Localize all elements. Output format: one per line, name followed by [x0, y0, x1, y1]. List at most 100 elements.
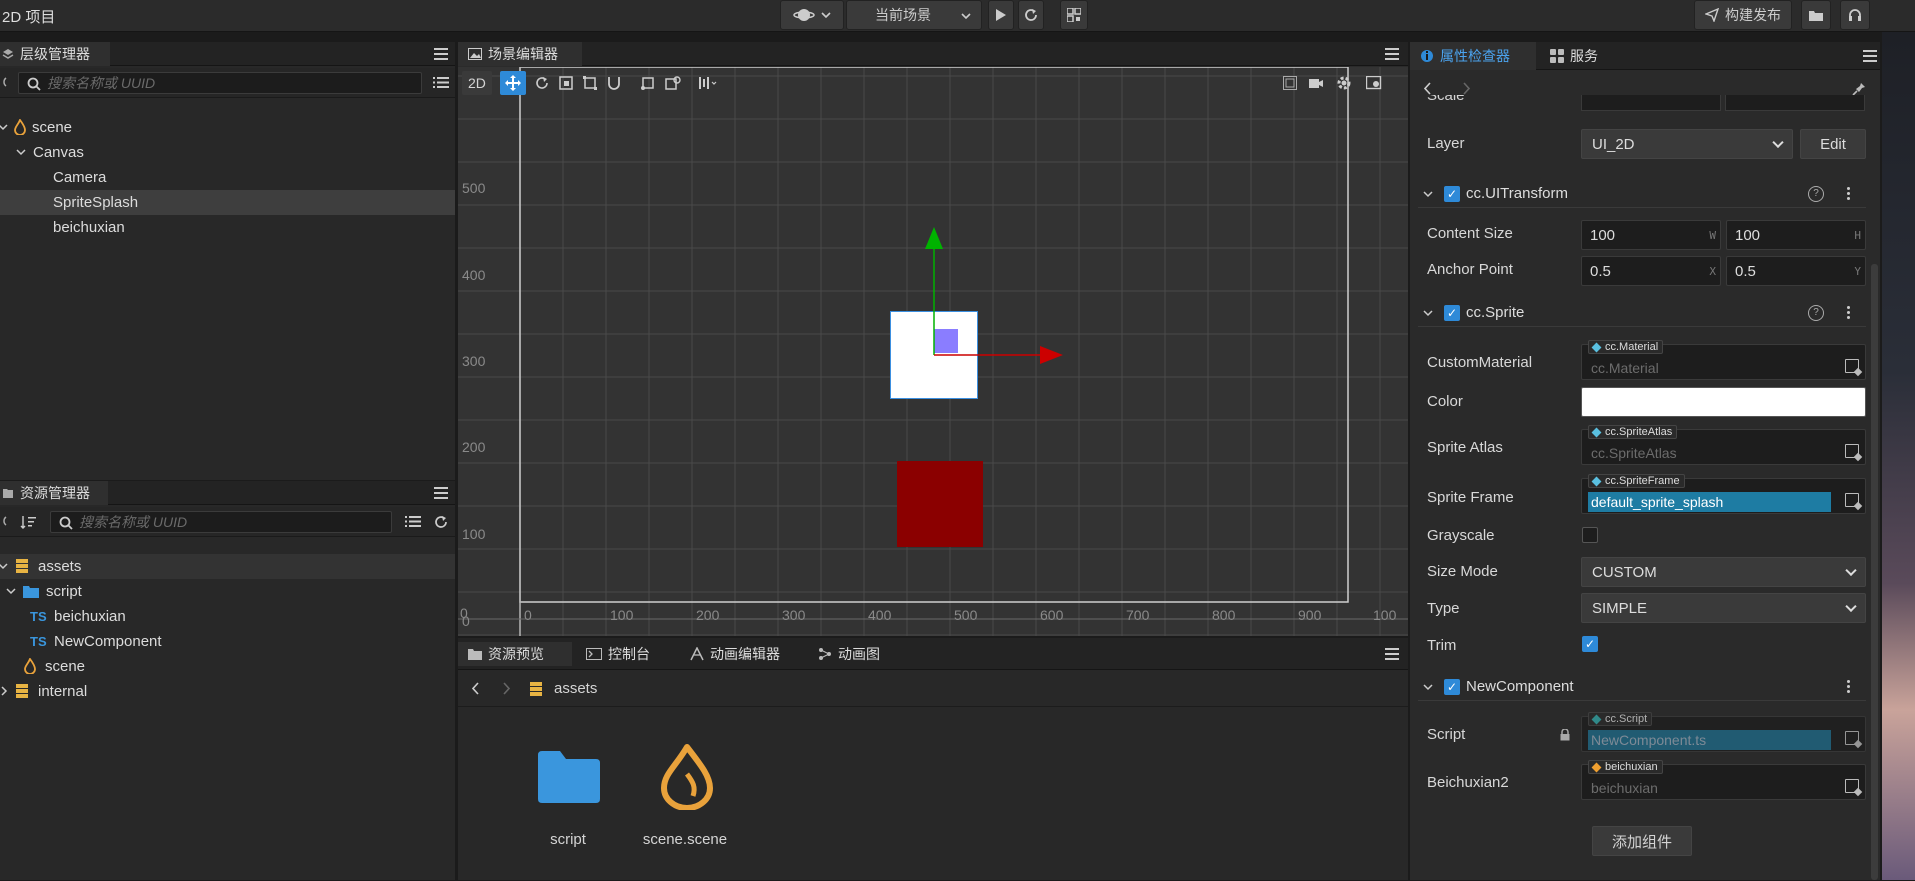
sprite-atlas-field[interactable]: cc.SpriteAtlas cc.SpriteAtlas — [1581, 425, 1866, 465]
chevron-down-icon[interactable] — [0, 562, 8, 570]
type-select[interactable]: SIMPLE — [1581, 593, 1866, 623]
tab-hierarchy[interactable]: 层级管理器 — [0, 42, 110, 66]
chevron-down-icon[interactable] — [1423, 683, 1433, 691]
tree-item-internal[interactable]: internal — [0, 679, 455, 704]
tree-item-scene-asset[interactable]: scene — [0, 654, 455, 679]
assets-search-input[interactable]: 搜索名称或 UUID — [50, 511, 392, 533]
refresh-icon[interactable] — [0, 76, 8, 88]
open-folder-button[interactable] — [1801, 0, 1831, 30]
tab-inspector[interactable]: 属性检查器 — [1410, 42, 1536, 70]
newcomponent-header[interactable]: ✓ NewComponent — [1418, 673, 1866, 701]
rotate-icon[interactable] — [535, 76, 549, 90]
scene-editor-menu-icon[interactable] — [1385, 48, 1399, 60]
inspector-menu-icon[interactable] — [1863, 50, 1877, 62]
tab-animation-graph[interactable]: 动画图 — [808, 642, 890, 666]
tab-services[interactable]: 服务 — [1540, 42, 1608, 70]
asset-picker-icon[interactable] — [1845, 779, 1859, 793]
sprite-enabled-checkbox[interactable]: ✓ — [1444, 304, 1460, 321]
pin-icon[interactable] — [1852, 82, 1866, 96]
anchor-y-field[interactable]: 0.5 Y — [1726, 256, 1866, 286]
newcomponent-enabled-checkbox[interactable]: ✓ — [1444, 678, 1460, 695]
forward-arrow-icon[interactable] — [502, 682, 510, 695]
forward-arrow-icon[interactable] — [1462, 82, 1470, 95]
publish-button[interactable]: 构建发布 — [1694, 0, 1792, 30]
pivot-icon[interactable] — [641, 76, 655, 90]
asset-picker-icon[interactable] — [1845, 359, 1859, 373]
chevron-right-icon[interactable] — [0, 686, 8, 696]
rect-tool-icon[interactable] — [583, 76, 597, 90]
tree-item-canvas[interactable]: Canvas — [0, 140, 455, 165]
tab-console[interactable]: 控制台 — [576, 642, 660, 666]
scene-viewport[interactable]: 2D 500 400 300 200 100 0 0 0 100 200 300 400 500 600… — [458, 67, 1408, 636]
list-view-icon[interactable] — [405, 515, 421, 528]
help-icon[interactable]: ? — [1808, 304, 1824, 321]
content-size-h-field[interactable]: 100 H — [1726, 220, 1866, 250]
mode-2d-toggle[interactable]: 2D — [462, 71, 492, 95]
tree-item-spritesplash[interactable]: SpriteSplash — [0, 190, 455, 215]
support-button[interactable] — [1840, 0, 1870, 30]
scale-icon[interactable] — [559, 76, 573, 90]
scene-select[interactable]: 当前场景 — [846, 0, 982, 30]
list-view-icon[interactable] — [433, 76, 449, 89]
more-options-icon[interactable] — [1847, 306, 1851, 319]
tree-item-scene[interactable]: scene — [0, 115, 455, 140]
chevron-down-icon[interactable] — [1423, 309, 1433, 317]
tree-item-newcomponent-ts[interactable]: TS NewComponent — [0, 629, 455, 654]
tab-animation-editor[interactable]: 动画编辑器 — [680, 642, 790, 666]
asset-picker-icon[interactable] — [1845, 493, 1859, 507]
asset-tile-script[interactable]: script — [528, 751, 608, 881]
gear-icon[interactable] — [1336, 75, 1352, 91]
hierarchy-search-input[interactable]: 搜索名称或 UUID — [18, 72, 422, 94]
beichuxian-node[interactable] — [897, 461, 983, 547]
align-icon[interactable] — [698, 76, 718, 90]
size-mode-select[interactable]: CUSTOM — [1581, 557, 1866, 587]
chevron-down-icon[interactable] — [0, 123, 8, 131]
scale-x-field[interactable] — [1581, 95, 1721, 111]
tree-item-camera[interactable]: Camera — [0, 165, 455, 190]
help-icon[interactable]: ? — [1808, 185, 1824, 202]
move-tool-button[interactable] — [500, 71, 526, 95]
chevron-down-icon[interactable] — [1423, 190, 1433, 198]
snap-magnet-icon[interactable] — [607, 76, 621, 90]
asset-picker-icon[interactable] — [1845, 444, 1859, 458]
tree-item-script-folder[interactable]: script — [0, 579, 455, 604]
beichuxian2-field[interactable]: beichuxian beichuxian — [1581, 760, 1866, 800]
play-button[interactable] — [988, 0, 1014, 30]
layer-edit-button[interactable]: Edit — [1800, 129, 1866, 159]
content-size-w-field[interactable]: 100 W — [1581, 220, 1721, 250]
tab-assets[interactable]: 资源管理器 — [0, 481, 108, 505]
more-options-icon[interactable] — [1847, 187, 1851, 200]
sprite-frame-field[interactable]: cc.SpriteFrame default_sprite_splash — [1581, 474, 1866, 514]
add-icon[interactable] — [0, 515, 8, 527]
uitransform-header[interactable]: ✓ cc.UITransform ? — [1418, 180, 1866, 208]
qrcode-button[interactable] — [1060, 0, 1088, 30]
sprite-header[interactable]: ✓ cc.Sprite ? — [1418, 299, 1866, 327]
resolution-icon[interactable] — [1283, 76, 1297, 90]
chevron-down-icon[interactable] — [6, 587, 16, 595]
chevron-down-icon[interactable] — [16, 148, 26, 156]
tree-item-beichuxian-ts[interactable]: TS beichuxian — [0, 604, 455, 629]
hierarchy-menu-icon[interactable] — [434, 48, 448, 60]
back-arrow-icon[interactable] — [472, 682, 480, 695]
more-options-icon[interactable] — [1847, 680, 1851, 693]
custom-material-field[interactable]: cc.Material cc.Material — [1581, 340, 1866, 380]
tree-item-assets[interactable]: assets — [0, 554, 455, 579]
uitransform-enabled-checkbox[interactable]: ✓ — [1444, 185, 1460, 202]
refresh-icon[interactable] — [434, 515, 448, 529]
bottom-menu-icon[interactable] — [1385, 648, 1399, 660]
preview-window-icon[interactable] — [1366, 76, 1382, 90]
camera-icon[interactable] — [1308, 76, 1324, 90]
tab-asset-preview[interactable]: 资源预览 — [458, 642, 572, 666]
inspector-scrollbar[interactable] — [1871, 264, 1878, 880]
tree-item-beichuxian[interactable]: beichuxian — [0, 215, 455, 240]
assets-menu-icon[interactable] — [434, 487, 448, 499]
anchor-x-field[interactable]: 0.5 X — [1581, 256, 1721, 286]
refresh-button[interactable] — [1018, 0, 1044, 30]
local-global-icon[interactable] — [665, 76, 681, 90]
layer-select[interactable]: UI_2D — [1581, 129, 1793, 159]
move-gizmo[interactable] — [918, 227, 1068, 417]
color-swatch[interactable] — [1581, 387, 1866, 417]
trim-checkbox[interactable]: ✓ — [1582, 636, 1598, 652]
sort-icon[interactable] — [20, 515, 36, 529]
asset-tile-scene[interactable]: scene.scene — [630, 744, 740, 874]
